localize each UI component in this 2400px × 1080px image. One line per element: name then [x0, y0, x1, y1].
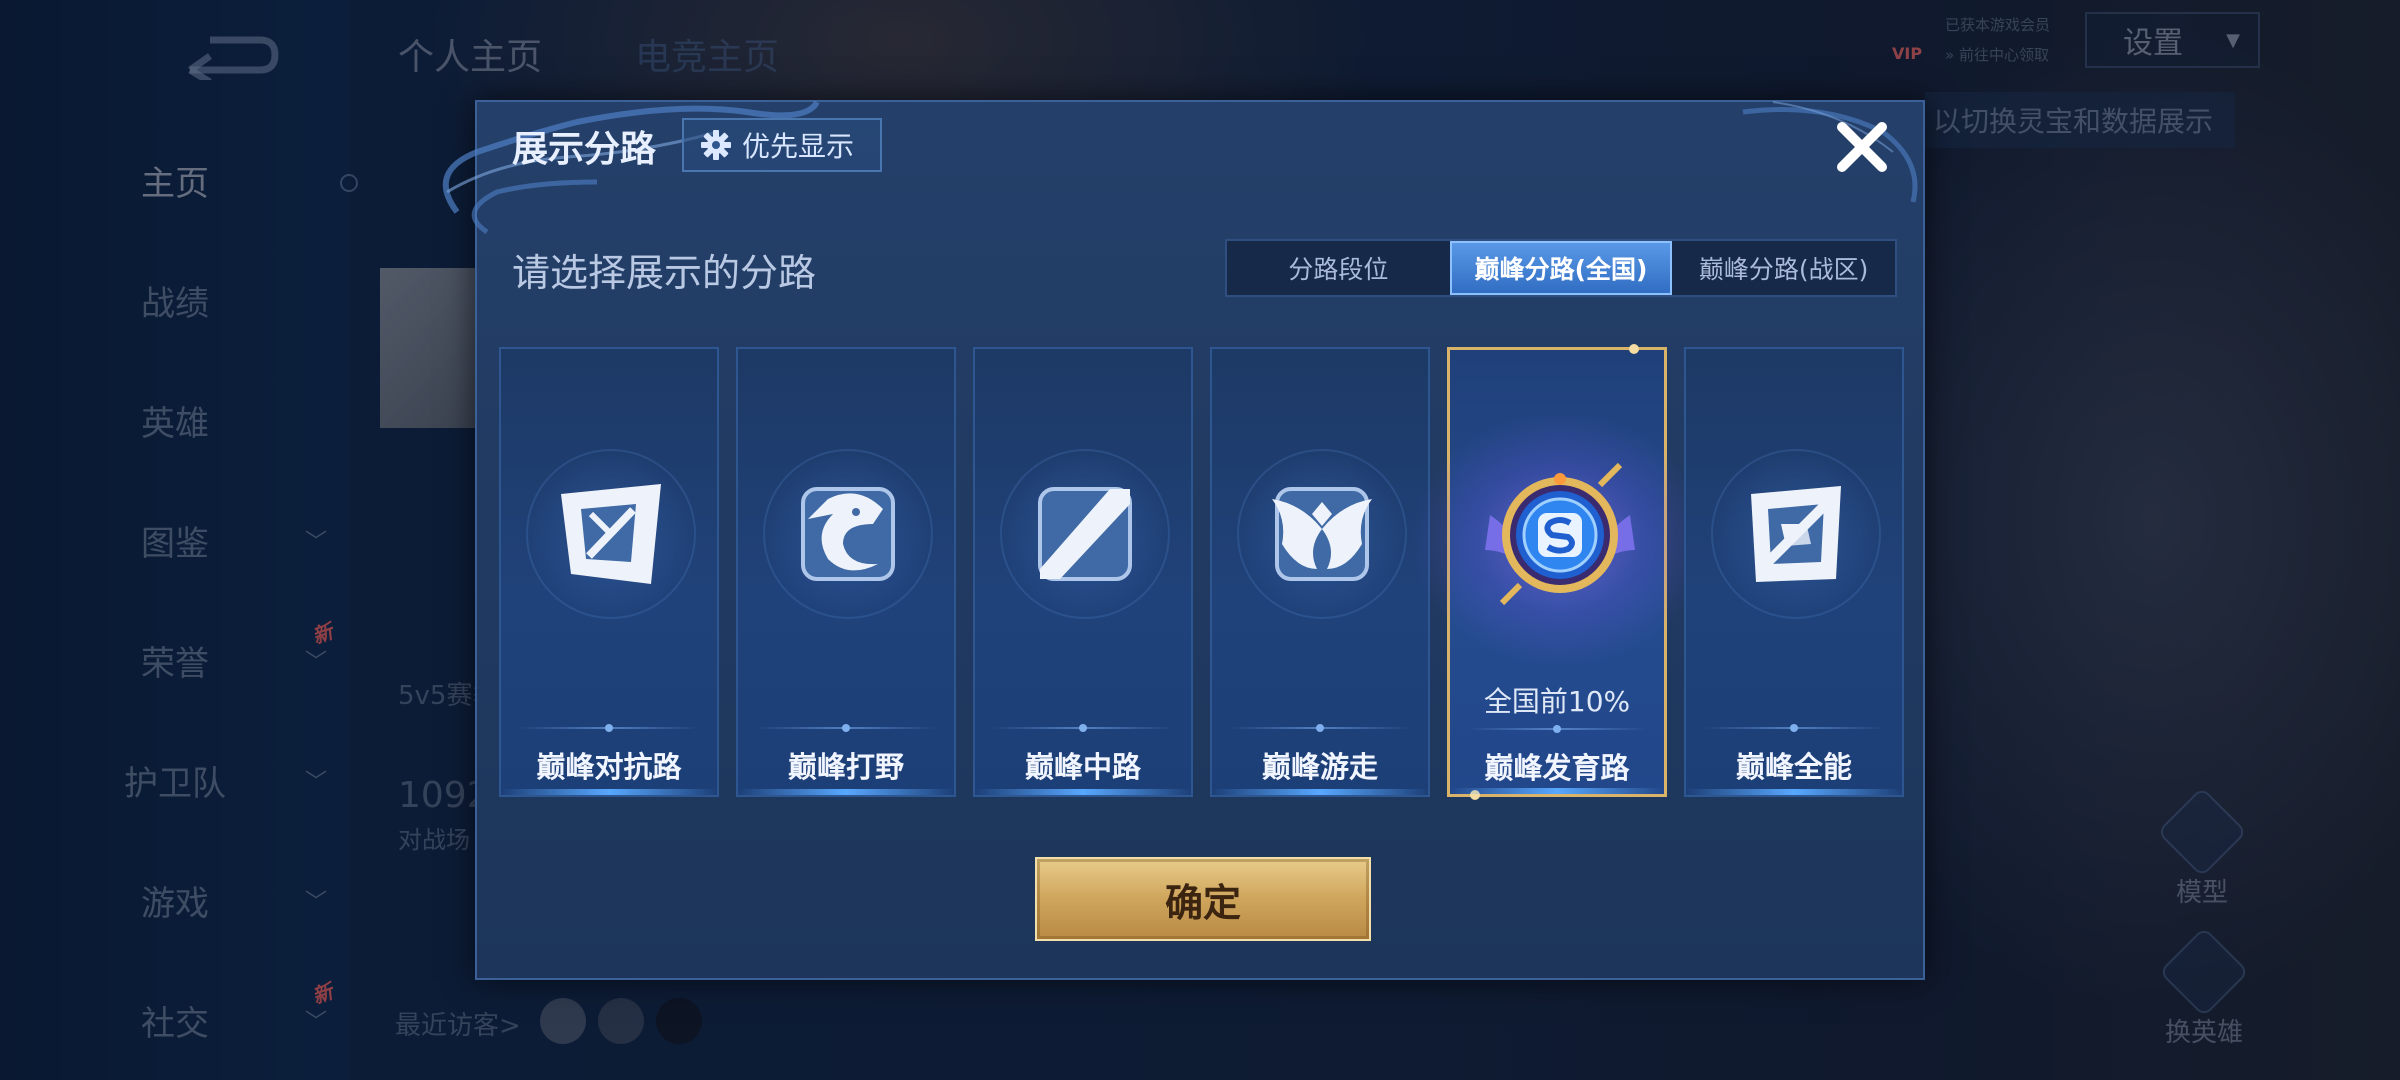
roam-wings-icon — [1272, 487, 1372, 581]
lane-label: 巅峰中路 — [1024, 750, 1141, 784]
lane-source-tabs: 分路段位 巅峰分路(全国) 巅峰分路(战区) — [1225, 239, 1897, 297]
mid-lane-icon — [1038, 487, 1132, 581]
dialog-title: 展示分路 — [512, 129, 657, 170]
card-divider — [1704, 724, 1884, 732]
card-divider — [756, 724, 936, 732]
lane-card-farm[interactable]: 全国前10% 巅峰发育路 — [1410, 344, 1710, 800]
close-icon[interactable] — [1832, 117, 1892, 177]
lane-display-dialog: 展示分路 优先显示 请选择展示的分路 分路段位 巅峰分路(全国) 巅峰分路(战区… — [442, 100, 1925, 980]
gear-icon — [701, 130, 731, 160]
lane-label: 巅峰发育路 — [1484, 751, 1630, 785]
tab-peak-lane-national[interactable]: 巅峰分路(全国) — [1449, 241, 1673, 295]
lane-label: 巅峰游走 — [1261, 750, 1378, 784]
corner-sparkle — [1629, 344, 1639, 354]
tab-lane-rank[interactable]: 分路段位 — [1227, 241, 1450, 295]
card-divider — [1230, 724, 1410, 732]
lane-card-clash[interactable]: 巅峰对抗路 — [499, 347, 719, 797]
select-lane-prompt: 请选择展示的分路 — [512, 251, 817, 295]
lane-card-roam[interactable]: 巅峰游走 — [1210, 347, 1430, 797]
lane-label: 巅峰对抗路 — [536, 750, 682, 784]
rank-percentile: 全国前10% — [1483, 685, 1631, 718]
lane-card-jungle[interactable]: 巅峰打野 — [736, 347, 956, 797]
lane-label: 巅峰全能 — [1735, 750, 1852, 784]
tab-peak-lane-region[interactable]: 巅峰分路(战区) — [1672, 241, 1895, 295]
farm-lane-badge-icon — [1485, 462, 1635, 606]
lane-label: 巅峰打野 — [787, 750, 904, 784]
all-round-icon — [1751, 486, 1841, 582]
lane-card-all-round[interactable]: 巅峰全能 — [1684, 347, 1904, 797]
clash-lane-icon — [561, 484, 661, 584]
priority-display-label: 优先显示 — [742, 130, 855, 163]
lane-card-mid[interactable]: 巅峰中路 — [973, 347, 1193, 797]
priority-display-button[interactable]: 优先显示 — [682, 118, 882, 172]
card-divider — [519, 724, 699, 732]
jungle-dragon-icon — [801, 487, 895, 581]
confirm-button[interactable]: 确定 — [1035, 857, 1371, 941]
corner-sparkle — [1470, 790, 1480, 800]
card-divider — [993, 724, 1173, 732]
card-divider — [1468, 725, 1646, 733]
